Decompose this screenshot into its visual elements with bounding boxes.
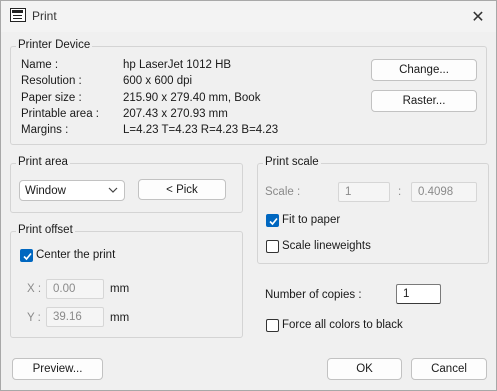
resolution-label: Resolution : [21,75,82,87]
pick-button[interactable]: < Pick [138,179,226,200]
close-icon: ✕ [471,8,485,26]
paper-size-value: 215.90 x 279.40 mm, Book [123,92,261,104]
resolution-value: 600 x 600 dpi [123,75,193,87]
close-button[interactable]: ✕ [460,1,496,32]
print-scale-label: Print scale [263,156,321,168]
window-title: Print [32,9,57,23]
app-icon [10,8,26,22]
paper-size-label: Paper size : [21,92,82,104]
print-area-label: Print area [16,156,70,168]
copies-input[interactable]: 1 [396,284,441,304]
x-label: X : [27,283,42,295]
center-print-label: Center the print [36,249,116,261]
y-unit: mm [110,312,130,324]
scale-right-input[interactable]: 0.4098 [411,182,477,202]
x-unit: mm [110,283,130,295]
cancel-button[interactable]: Cancel [411,358,487,380]
printer-device-label: Printer Device [16,39,93,51]
printable-area-value: 207.43 x 270.93 mm [123,108,228,120]
check-icon [269,217,278,226]
scale-label: Scale : [265,186,301,198]
chevron-down-icon [108,187,118,193]
check-icon [23,252,32,261]
margins-value: L=4.23 T=4.23 R=4.23 B=4.23 [123,124,279,136]
y-label: Y : [27,312,41,324]
scale-lineweights-checkbox[interactable] [266,240,279,253]
change-button[interactable]: Change... [371,59,477,81]
print-area-selected: Window [25,184,66,197]
force-black-label: Force all colors to black [282,319,403,331]
copies-label: Number of copies : [265,289,362,301]
title-bar: Print ✕ [1,1,496,32]
fit-to-paper-label: Fit to paper [282,214,341,226]
x-offset-input[interactable]: 0.00 [46,279,104,299]
scale-lineweights-label: Scale lineweights [282,240,371,252]
raster-button[interactable]: Raster... [371,90,477,112]
printable-area-label: Printable area : [21,108,99,120]
name-value: hp LaserJet 1012 HB [123,59,232,71]
print-dialog: Print ✕ Printer Device Name : hp LaserJe… [0,0,497,391]
name-label: Name : [21,59,59,71]
ok-button[interactable]: OK [327,358,402,380]
margins-label: Margins : [21,124,69,136]
center-print-checkbox[interactable] [20,249,33,262]
y-offset-input[interactable]: 39.16 [46,307,104,327]
scale-colon: : [398,186,402,198]
print-offset-label: Print offset [16,224,75,236]
fit-to-paper-checkbox[interactable] [266,214,279,227]
scale-left-input[interactable]: 1 [338,182,390,202]
print-area-select[interactable]: Window [19,180,125,201]
force-black-checkbox[interactable] [266,319,279,332]
preview-button[interactable]: Preview... [12,358,103,380]
